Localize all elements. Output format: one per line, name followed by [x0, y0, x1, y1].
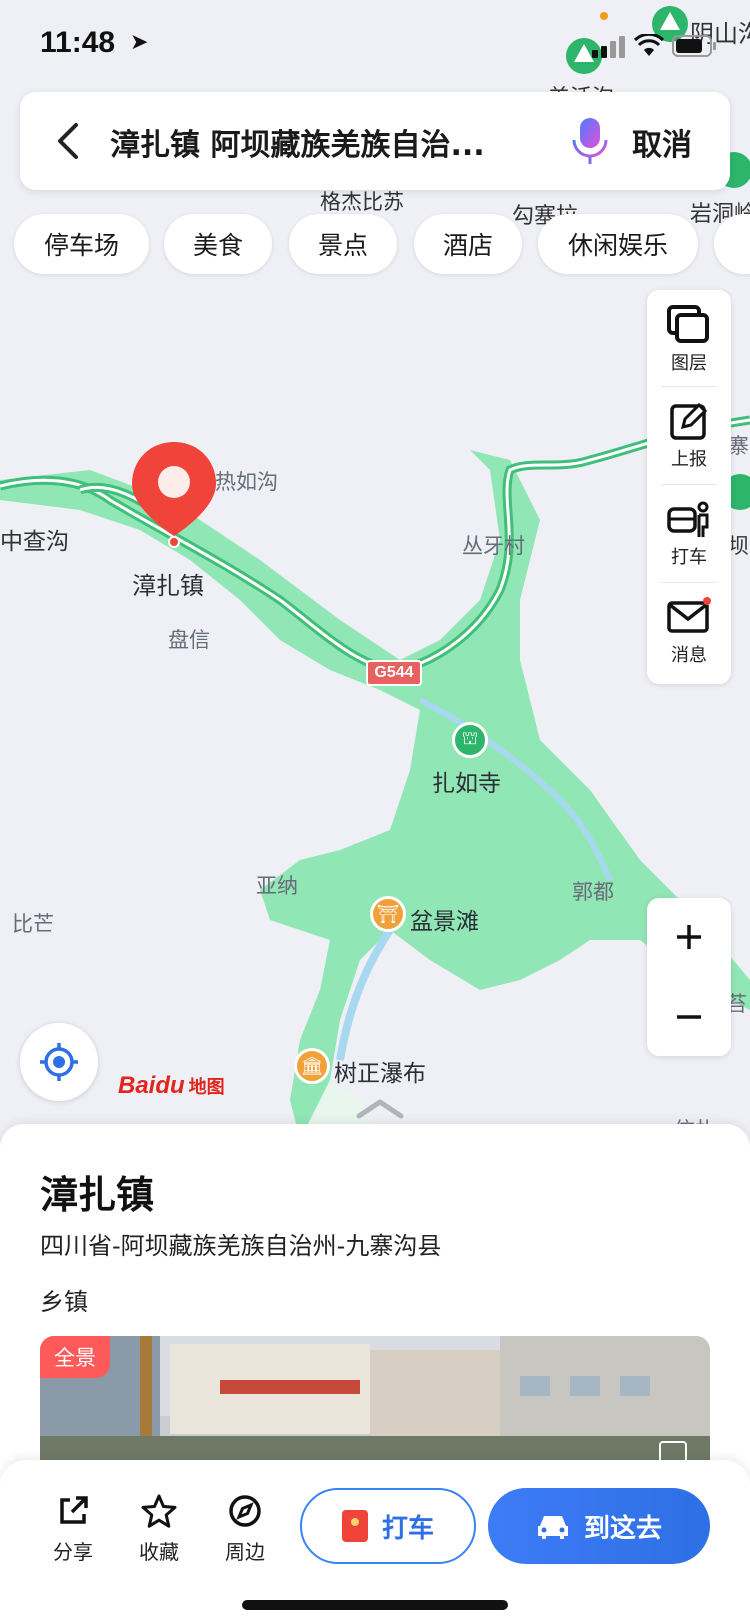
tool-divider: [661, 484, 717, 485]
plus-icon: [677, 925, 701, 949]
map-tools: 图层 上报 打车 消息: [647, 290, 731, 684]
expand-handle-icon[interactable]: [355, 1096, 405, 1120]
tool-message[interactable]: 消息: [647, 584, 731, 680]
road-g544: [0, 415, 750, 675]
map-label-guodu: 郭都: [572, 880, 614, 904]
taxi-button[interactable]: 打车: [300, 1488, 476, 1564]
map-label-shuzheng[interactable]: 树正瀑布: [334, 1054, 426, 1088]
red-envelope-icon: [341, 1510, 368, 1542]
go-here-label: 到这去: [583, 1513, 662, 1544]
museum-poi-icon[interactable]: 🏛: [294, 1048, 330, 1084]
crosshair-icon: [40, 1043, 78, 1081]
chip-more[interactable]: [714, 214, 750, 274]
share-label: 分享: [53, 1540, 93, 1564]
zoom-in-button[interactable]: [647, 898, 731, 976]
place-address: 四川省-阿坝藏族羌族自治州-九寨沟县: [40, 1232, 442, 1260]
zoom-out-button[interactable]: [647, 978, 731, 1056]
scenic-area: [0, 450, 750, 1140]
search-bar: 漳扎镇 阿坝藏族羌族自治... 取消: [20, 92, 730, 190]
favorite-label: 收藏: [139, 1540, 179, 1564]
chip-hotel[interactable]: 酒店: [414, 214, 522, 274]
search-query[interactable]: 漳扎镇 阿坝藏族羌族自治...: [110, 120, 485, 164]
signal-icon: [592, 36, 625, 58]
layers-icon: [667, 305, 709, 343]
tool-divider: [661, 582, 717, 583]
baidu-map-logo: Baidu 地图: [118, 1069, 225, 1103]
category-chips: 停车场 美食 景点 酒店 休闲娱乐: [14, 214, 750, 274]
location-pin-icon[interactable]: [128, 438, 220, 548]
share-icon: [60, 1496, 88, 1524]
nearby-label: 周边: [225, 1540, 265, 1564]
tool-layers[interactable]: 图层: [647, 292, 731, 388]
chip-leisure[interactable]: 休闲娱乐: [538, 214, 698, 274]
map-label-panxin: 盘信: [168, 628, 210, 652]
car-icon: [537, 1516, 568, 1539]
compass-icon: [229, 1495, 261, 1527]
map-label-gejie: 格杰比苏: [320, 190, 404, 214]
place-name: 漳扎镇: [40, 1173, 155, 1217]
panorama-badge: 全景: [40, 1336, 110, 1378]
tool-taxi-label: 打车: [671, 547, 707, 568]
favorite-button[interactable]: 收藏: [124, 1494, 194, 1574]
report-icon: [670, 402, 708, 440]
tool-report-label: 上报: [671, 449, 707, 470]
cancel-button[interactable]: 取消: [632, 120, 692, 164]
map-label-yana: 亚纳: [256, 874, 298, 898]
map-label-zharusi[interactable]: 扎如寺: [432, 764, 501, 798]
map-label-penjingtan[interactable]: 盆景滩: [410, 902, 479, 936]
tool-divider: [661, 386, 717, 387]
taxi-icon: [667, 501, 709, 537]
status-time: 11:48: [40, 26, 116, 59]
back-icon[interactable]: [50, 117, 90, 165]
wifi-icon: [634, 34, 664, 56]
map-label-zhongchagou: 中查沟: [0, 529, 69, 555]
map-label-ze: 寨: [728, 434, 749, 458]
locate-button[interactable]: [20, 1023, 98, 1101]
home-indicator: [242, 1600, 508, 1610]
zoom-control: [647, 898, 731, 1056]
nearby-button[interactable]: 周边: [210, 1494, 280, 1574]
chip-attractions[interactable]: 景点: [289, 214, 397, 274]
temple-poi-icon[interactable]: ⛫: [452, 722, 488, 758]
tool-report[interactable]: 上报: [647, 388, 731, 484]
tool-message-label: 消息: [671, 645, 707, 666]
map-label-ba: 坝: [728, 534, 749, 558]
tool-layers-label: 图层: [671, 353, 707, 374]
logo-cn: 地图: [188, 1077, 225, 1097]
message-icon: [667, 597, 711, 633]
map-label-rerugou: 热如沟: [215, 470, 278, 494]
go-here-button[interactable]: 到这去: [488, 1488, 710, 1564]
action-bar: 分享 收藏 周边 打车 到这去: [0, 1460, 750, 1624]
road-shield: G544: [366, 660, 422, 686]
taxi-label: 打车: [381, 1513, 434, 1544]
location-arrow-icon: ➤: [130, 30, 149, 55]
map-label-bimang: 比芒: [12, 912, 54, 936]
map-label-congya: 丛牙村: [462, 534, 525, 558]
battery-icon: [672, 35, 716, 57]
scenic-poi-icon[interactable]: ⛩: [370, 896, 406, 932]
map-label-zhangzhazhen: 漳扎镇: [132, 572, 204, 600]
place-type: 乡镇: [40, 1288, 88, 1316]
chip-parking[interactable]: 停车场: [14, 214, 149, 274]
star-icon: [141, 1494, 177, 1528]
status-bar: 11:48 ➤: [0, 0, 750, 88]
microphone-icon[interactable]: [568, 114, 612, 170]
logo-text: Baidu: [118, 1072, 185, 1099]
tool-taxi[interactable]: 打车: [647, 486, 731, 582]
minus-icon: [677, 1015, 701, 1019]
share-button[interactable]: 分享: [38, 1494, 108, 1574]
chip-food[interactable]: 美食: [164, 214, 272, 274]
